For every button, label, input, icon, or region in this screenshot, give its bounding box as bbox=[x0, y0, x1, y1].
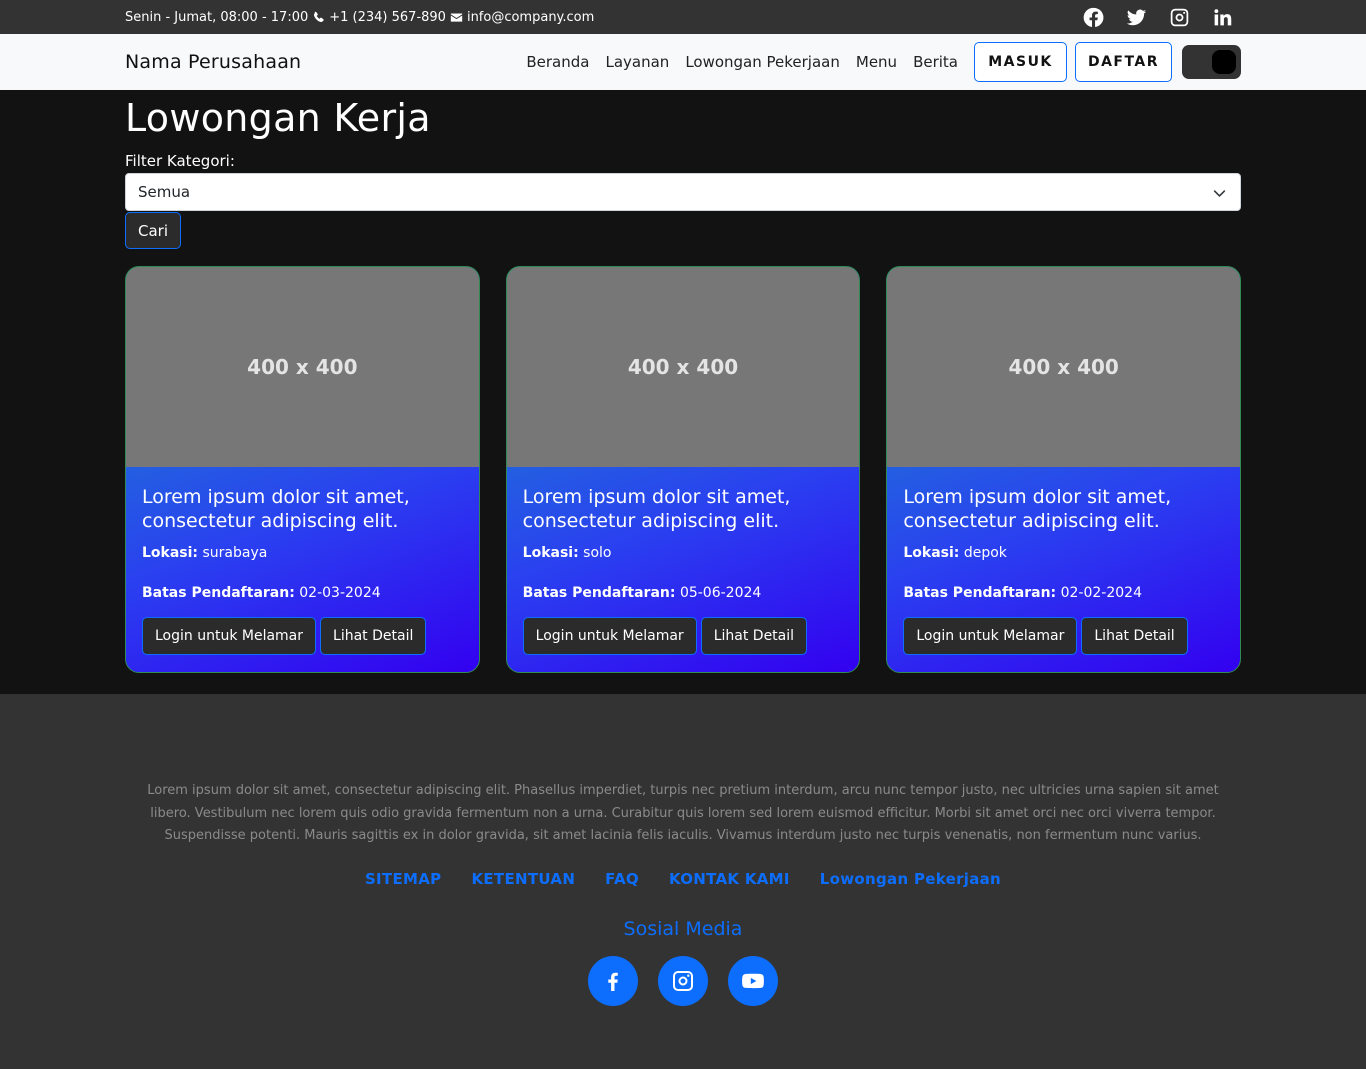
footer-link-ketentuan[interactable]: KETENTUAN bbox=[471, 870, 575, 888]
nav-links: Beranda Layanan Lowongan Pekerjaan Menu … bbox=[518, 42, 1241, 82]
footer-social-icons bbox=[125, 955, 1241, 1006]
footer-link-lowongan-pekerjaan[interactable]: Lowongan Pekerjaan bbox=[820, 870, 1001, 888]
main-content: Lowongan Kerja Filter Kategori: Semua Ca… bbox=[0, 90, 1366, 694]
business-hours: Senin - Jumat, 08:00 - 17:00 bbox=[125, 9, 309, 25]
category-select[interactable]: Semua bbox=[125, 173, 1241, 211]
job-card: 400 x 400 Lorem ipsum dolor sit amet, co… bbox=[125, 266, 480, 673]
job-image-placeholder: 400 x 400 bbox=[506, 267, 860, 467]
social-media-title: Sosial Media bbox=[623, 917, 743, 940]
email-address[interactable]: info@company.com bbox=[467, 10, 594, 25]
login-to-apply-button[interactable]: Login untuk Melamar bbox=[903, 617, 1078, 655]
job-location: Lokasi: solo bbox=[523, 545, 844, 561]
deadline-value: 02-03-2024 bbox=[299, 585, 381, 601]
login-to-apply-button[interactable]: Login untuk Melamar bbox=[522, 617, 697, 655]
deadline-label: Batas Pendaftaran: bbox=[903, 585, 1057, 601]
job-card: 400 x 400 Lorem ipsum dolor sit amet, co… bbox=[505, 266, 861, 673]
location-value: solo bbox=[583, 545, 612, 561]
instagram-icon[interactable] bbox=[658, 955, 708, 1006]
job-title: Lorem ipsum dolor sit amet, consectetur … bbox=[522, 486, 791, 532]
theme-toggle-knob bbox=[1212, 50, 1236, 74]
topbar-social-links bbox=[1083, 7, 1233, 28]
footer-link-kontak-kami[interactable]: KONTAK KAMI bbox=[669, 870, 790, 888]
register-button[interactable]: DAFTAR bbox=[1075, 42, 1172, 82]
instagram-icon[interactable] bbox=[1169, 7, 1190, 28]
job-title: Lorem ipsum dolor sit amet, consectetur … bbox=[142, 486, 410, 532]
facebook-icon[interactable] bbox=[588, 955, 638, 1006]
location-value: surabaya bbox=[202, 545, 268, 561]
footer-link-faq[interactable]: FAQ bbox=[605, 870, 639, 888]
deadline-label: Batas Pendaftaran: bbox=[522, 585, 676, 601]
footer-links: SITEMAP KETENTUAN FAQ KONTAK KAMI Lowong… bbox=[125, 870, 1241, 888]
envelope-icon bbox=[450, 12, 463, 22]
login-to-apply-button[interactable]: Login untuk Melamar bbox=[142, 617, 317, 655]
navbar: Nama Perusahaan Beranda Layanan Lowongan… bbox=[0, 34, 1366, 90]
nav-link-berita[interactable]: Berita bbox=[905, 53, 966, 71]
location-label: Lokasi: bbox=[522, 545, 579, 561]
deadline-value: 02-02-2024 bbox=[1060, 585, 1142, 601]
job-image-placeholder: 400 x 400 bbox=[126, 267, 479, 467]
deadline-value: 05-06-2024 bbox=[679, 585, 762, 601]
brand-name[interactable]: Nama Perusahaan bbox=[125, 51, 301, 73]
job-title: Lorem ipsum dolor sit amet, consectetur … bbox=[903, 486, 1172, 532]
filter-label: Filter Kategori: bbox=[125, 152, 235, 170]
job-cards: 400 x 400 Lorem ipsum dolor sit amet, co… bbox=[125, 266, 1242, 673]
twitter-icon[interactable] bbox=[1126, 7, 1147, 28]
search-button[interactable]: Cari bbox=[125, 212, 181, 249]
phone-number[interactable]: +1 (234) 567-890 bbox=[329, 10, 446, 25]
location-label: Lokasi: bbox=[903, 545, 960, 561]
view-detail-button[interactable]: Lihat Detail bbox=[320, 617, 427, 655]
job-deadline: Batas Pendaftaran: 02-02-2024 bbox=[903, 585, 1224, 601]
nav-link-menu[interactable]: Menu bbox=[848, 53, 905, 71]
job-image-placeholder: 400 x 400 bbox=[887, 267, 1241, 467]
footer: Lorem ipsum dolor sit amet, consectetur … bbox=[0, 694, 1366, 1069]
footer-link-sitemap[interactable]: SITEMAP bbox=[365, 870, 442, 888]
youtube-icon[interactable] bbox=[728, 955, 778, 1006]
location-value: depok bbox=[963, 545, 1007, 561]
job-deadline: Batas Pendaftaran: 02-03-2024 bbox=[142, 585, 463, 601]
contact-info: Senin - Jumat, 08:00 - 17:00 +1 (234) 56… bbox=[125, 10, 594, 25]
login-button[interactable]: MASUK bbox=[974, 42, 1067, 82]
theme-toggle[interactable] bbox=[1182, 45, 1241, 79]
job-location: Lokasi: depok bbox=[903, 545, 1224, 561]
nav-link-beranda[interactable]: Beranda bbox=[518, 53, 597, 71]
view-detail-button[interactable]: Lihat Detail bbox=[700, 617, 808, 655]
nav-link-lowongan-pekerjaan[interactable]: Lowongan Pekerjaan bbox=[677, 53, 848, 71]
top-bar: Senin - Jumat, 08:00 - 17:00 +1 (234) 56… bbox=[0, 0, 1366, 34]
page-title: Lowongan Kerja bbox=[125, 96, 431, 140]
job-card: 400 x 400 Lorem ipsum dolor sit amet, co… bbox=[886, 266, 1242, 673]
deadline-label: Batas Pendaftaran: bbox=[142, 585, 295, 601]
nav-link-layanan[interactable]: Layanan bbox=[597, 53, 677, 71]
chevron-down-icon bbox=[1213, 190, 1226, 197]
view-detail-button[interactable]: Lihat Detail bbox=[1081, 617, 1188, 655]
phone-icon bbox=[314, 11, 324, 22]
job-deadline: Batas Pendaftaran: 05-06-2024 bbox=[523, 585, 844, 601]
facebook-icon[interactable] bbox=[1083, 7, 1104, 28]
linkedin-icon[interactable] bbox=[1212, 7, 1233, 28]
footer-description: Lorem ipsum dolor sit amet, consectetur … bbox=[147, 783, 1219, 843]
job-location: Lokasi: surabaya bbox=[142, 545, 463, 561]
location-label: Lokasi: bbox=[142, 545, 199, 561]
category-select-value: Semua bbox=[138, 183, 191, 201]
